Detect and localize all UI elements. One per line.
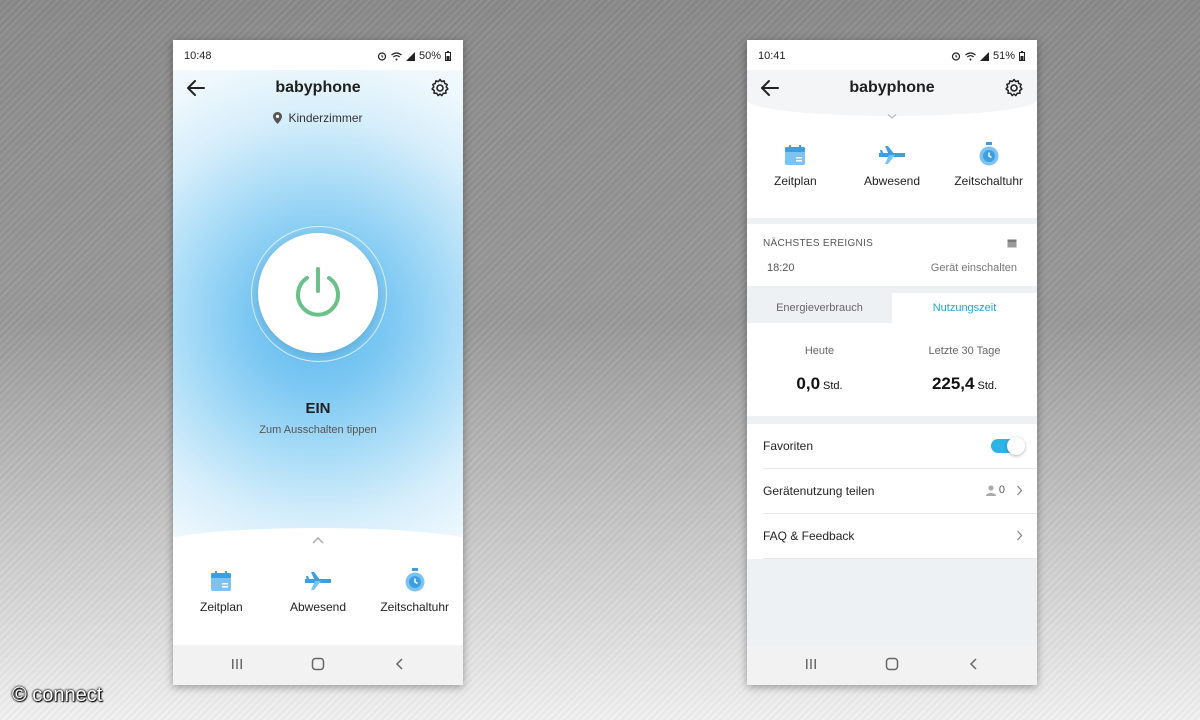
chevron-up-icon[interactable] <box>311 536 325 544</box>
page-title: babyphone <box>275 79 361 96</box>
share-usage-row[interactable]: Gerätenutzung teilen 0 <box>747 469 1037 514</box>
watermark: © connect <box>12 684 103 706</box>
power-icon <box>296 267 340 317</box>
status-bar: 10:41 51% <box>747 40 1037 70</box>
stat-unit: Std. <box>977 380 998 392</box>
system-nav-bar <box>173 645 463 685</box>
phone-screen-left: 10:48 50% babyphone Kinderzimmer EIN Zum… <box>173 40 463 685</box>
power-hint: Zum Ausschalten tippen <box>259 424 377 436</box>
signal-icon <box>979 51 989 61</box>
alarm-icon <box>951 52 961 61</box>
timer-icon <box>979 142 999 166</box>
shortcut-schedule[interactable]: Zeitplan <box>173 562 270 632</box>
system-nav-bar <box>747 645 1037 685</box>
share-usage-label: Gerätenutzung teilen <box>763 484 875 498</box>
shortcut-away[interactable]: Abwesend <box>270 562 367 632</box>
shortcut-row: Zeitplan Abwesend Zeitschaltuhr <box>747 136 1037 206</box>
shortcut-timer[interactable]: Zeitschaltuhr <box>366 562 463 632</box>
wifi-icon <box>965 51 976 60</box>
toggle-knob <box>1007 437 1025 455</box>
stat-unit: Std. <box>823 380 843 392</box>
tab-energy[interactable]: Energieverbrauch <box>747 293 892 323</box>
home-icon[interactable] <box>311 657 325 671</box>
power-state: EIN <box>305 400 331 417</box>
share-count: 0 <box>985 484 1005 496</box>
nav-back-icon[interactable] <box>967 657 981 671</box>
airplane-icon <box>879 146 905 164</box>
faq-label: FAQ & Feedback <box>763 529 855 543</box>
divider <box>763 558 1037 559</box>
device-location: Kinderzimmer <box>173 110 463 125</box>
usage-tabs: Energieverbrauch Nutzungszeit <box>747 293 1037 323</box>
phone-screen-right: 10:41 51% babyphone Zeitplan Abwesend Ze… <box>747 40 1037 685</box>
shortcut-timer[interactable]: Zeitschaltuhr <box>940 136 1037 206</box>
battery-percent: 50% <box>418 50 441 62</box>
status-bar: 10:48 50% <box>173 40 463 70</box>
chevron-right-icon <box>1017 530 1023 541</box>
shortcut-label: Zeitschaltuhr <box>380 600 450 614</box>
shortcut-schedule[interactable]: Zeitplan <box>747 136 844 206</box>
stat-value-today: 0,0 Std. <box>747 374 892 394</box>
app-bar: babyphone <box>747 70 1037 110</box>
nav-back-icon[interactable] <box>393 657 407 671</box>
shortcut-label: Abwesend <box>863 174 921 188</box>
stat-label-today: Heute <box>804 345 835 357</box>
shortcut-label: Zeitschaltuhr <box>954 174 1024 188</box>
tab-usage-time[interactable]: Nutzungszeit <box>892 293 1037 323</box>
faq-row[interactable]: FAQ & Feedback <box>747 514 1037 559</box>
favorites-label: Favoriten <box>763 439 814 453</box>
calendar-icon <box>211 571 232 591</box>
home-icon[interactable] <box>885 657 899 671</box>
timer-icon <box>405 568 425 592</box>
shortcut-label: Zeitplan <box>773 174 817 188</box>
status-time: 10:41 <box>758 50 786 62</box>
alarm-icon <box>377 52 387 61</box>
airplane-icon <box>305 572 331 590</box>
calendar-small-icon[interactable] <box>1007 238 1017 248</box>
app-bar: babyphone <box>173 70 463 110</box>
signal-icon <box>405 51 415 61</box>
next-event-heading: NÄCHSTES EREIGNIS <box>763 238 874 249</box>
favorites-row[interactable]: Favoriten <box>747 424 1037 469</box>
user-icon <box>985 484 996 496</box>
shortcut-row: Zeitplan Abwesend Zeitschaltuhr <box>173 562 463 632</box>
next-event-card <box>747 224 1037 286</box>
calendar-icon <box>785 145 806 165</box>
next-event-time: 18:20 <box>767 262 795 274</box>
wifi-icon <box>391 51 402 60</box>
share-count-value: 0 <box>998 484 1005 496</box>
gear-icon[interactable] <box>1003 77 1025 99</box>
location-pin-icon <box>273 111 283 124</box>
status-time: 10:48 <box>184 50 212 62</box>
chevron-right-icon <box>1017 485 1023 496</box>
recent-apps-icon[interactable] <box>804 657 818 671</box>
power-button[interactable] <box>258 233 378 353</box>
stat-number: 0,0 <box>796 374 821 393</box>
stat-number: 225,4 <box>931 374 975 393</box>
shortcut-away[interactable]: Abwesend <box>844 136 941 206</box>
shortcut-label: Zeitplan <box>199 600 243 614</box>
location-label: Kinderzimmer <box>288 110 363 125</box>
recent-apps-icon[interactable] <box>230 657 244 671</box>
gear-icon[interactable] <box>429 77 451 99</box>
shortcut-label: Abwesend <box>289 600 347 614</box>
stat-value-30-days: 225,4 Std. <box>892 374 1037 394</box>
chevron-down-icon[interactable] <box>886 113 898 120</box>
stat-label-30-days: Letzte 30 Tage <box>928 345 1001 357</box>
next-event-action: Gerät einschalten <box>930 262 1017 274</box>
battery-percent: 51% <box>992 50 1015 62</box>
page-title: babyphone <box>849 79 935 96</box>
battery-icon <box>1019 51 1025 61</box>
battery-icon <box>445 51 451 61</box>
favorites-toggle[interactable] <box>991 437 1025 455</box>
